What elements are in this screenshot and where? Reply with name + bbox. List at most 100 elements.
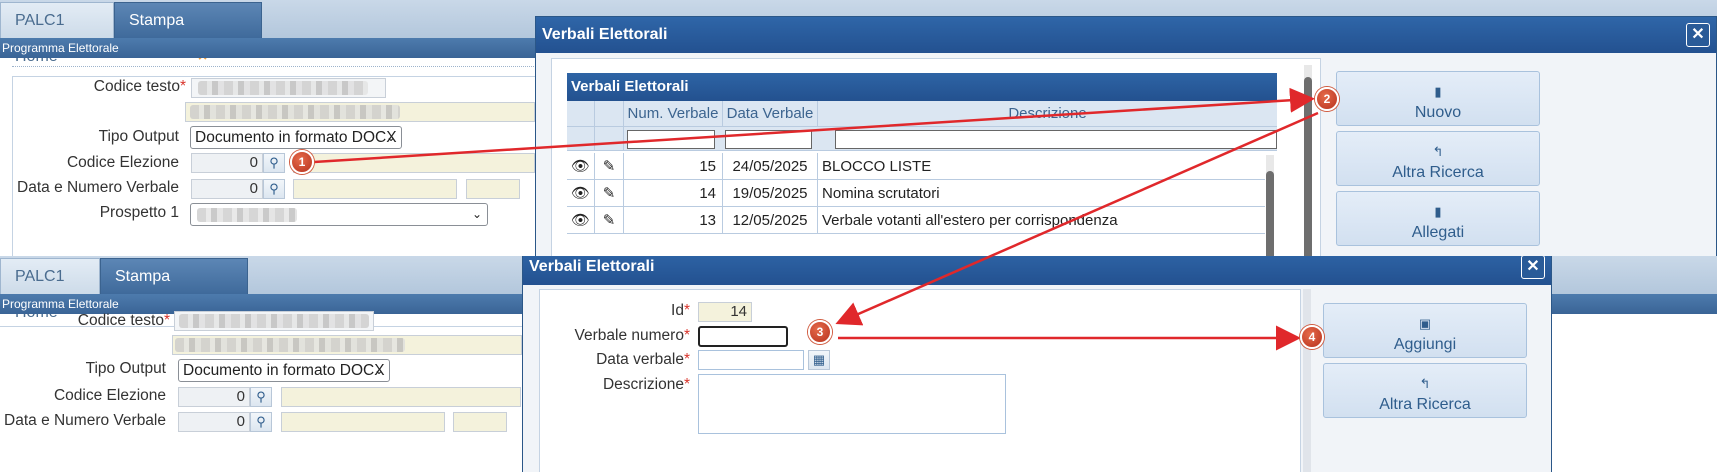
tab-palc1-home[interactable]: PALC1 Home [0,2,114,65]
numero-verbale-field [453,412,507,432]
dialog-title: Verbali Elettorali [536,17,1716,53]
nuovo-button[interactable]: ▮ Nuovo [1336,71,1540,126]
file-icon: ▮ [1434,204,1442,219]
pencil-icon[interactable]: ✎ [595,153,624,179]
filter-num-verbale-input[interactable] [627,130,715,149]
data-verbale-field [293,179,457,199]
codice-testo-field[interactable] [191,78,386,98]
cell-descrizione: Nomina scrutatori [822,185,940,202]
eye-icon[interactable]: 👁 [567,153,595,179]
undo-icon: ↰ [1419,376,1431,391]
chevron-down-icon: ⌄ [471,207,482,221]
codice-elezione-description [293,153,535,173]
dialog-body: Verbali Elettorali Num. Verbale Data Ver… [536,53,1716,256]
codice-testo-description [172,335,522,355]
codice-elezione-field[interactable]: 0 [191,153,263,173]
tab-palc1-home[interactable]: PALC1 Home [0,258,100,321]
grid-scrollbar[interactable] [1266,155,1274,256]
table-row[interactable]: 👁 ✎ 15 24/05/2025 BLOCCO LISTE [567,153,1265,180]
data-numero-verbale-label: Data e Numero Verbale [4,412,166,429]
callout-3: 3 [808,320,832,344]
grid-title: Verbali Elettorali [567,73,1277,101]
top-screenshot: PALC1 Home Stampa Verbali× Programma Ele… [0,0,1717,256]
data-numero-verbale-label: Data e Numero Verbale [17,179,179,196]
codice-testo-label: Codice testo* [93,78,186,95]
descrizione-textarea[interactable] [698,374,1006,434]
aggiungi-button[interactable]: ▣ Aggiungi [1323,303,1527,358]
tab-stampa-verbali[interactable]: Stampa Verbali× [114,2,262,65]
allegati-button[interactable]: ▮ Allegati [1336,191,1540,246]
verbale-numero-input[interactable] [698,326,788,347]
cell-num: 15 [624,153,723,179]
table-row[interactable]: 👁 ✎ 14 19/05/2025 Nomina scrutatori [567,180,1265,207]
search-icon[interactable]: ⚲ [263,153,285,173]
callout-4: 4 [1300,325,1324,349]
grid-header: Num. Verbale Data Verbale Descrizione [567,101,1277,127]
cell-descrizione: Verbale votanti all'estero per corrispon… [822,212,1118,229]
prospetto-select[interactable]: ⌄ [190,203,488,226]
verbali-dialog: Verbali Elettorali ✕ Verbali Elettorali … [535,16,1717,256]
prospetto-label: Prospetto 1 [99,204,179,221]
cell-data: 12/05/2025 [723,207,818,233]
filter-data-verbale-input[interactable] [725,130,812,149]
dialog-body: Id* 14 Verbale numero* Data verbale* ▦ D… [523,285,1551,472]
cell-data: 19/05/2025 [723,180,818,206]
altra-ricerca-button[interactable]: ↰ Altra Ricerca [1323,363,1527,418]
tipo-output-select[interactable]: Documento in formato DOCX ⌄ [190,126,402,149]
tab-stampa-verbali[interactable]: Stampa Verbali× [100,258,248,321]
data-verbale-label: Data verbale* [596,351,690,368]
verbale-numero-label: Verbale numero* [574,327,690,344]
data-verbale-field [281,412,445,432]
dialog-content: Id* 14 Verbale numero* Data verbale* ▦ D… [539,289,1301,472]
tipo-output-select[interactable]: Documento in formato DOCX ⌄ [178,359,390,382]
callout-2: 2 [1315,87,1339,111]
id-field: 14 [698,302,752,322]
eye-icon[interactable]: 👁 [567,180,595,206]
dialog-content: Verbali Elettorali Num. Verbale Data Ver… [551,58,1321,256]
numero-verbale-field [466,179,520,199]
close-icon[interactable]: ✕ [1521,256,1545,279]
save-icon: ▣ [1418,316,1432,331]
cell-data: 24/05/2025 [723,153,818,179]
cell-num: 13 [624,207,723,233]
divider [12,66,552,67]
undo-icon: ↰ [1432,144,1444,159]
search-icon[interactable]: ⚲ [263,179,285,199]
search-icon[interactable]: ⚲ [250,412,272,432]
tipo-output-label: Tipo Output [85,360,166,377]
data-verbale-input[interactable] [698,350,804,370]
column-data-verbale[interactable]: Data Verbale [723,101,818,126]
tipo-output-label: Tipo Output [98,128,179,145]
table-row[interactable]: 👁 ✎ 13 12/05/2025 Verbale votanti all'es… [567,207,1265,234]
codice-testo-field[interactable] [174,311,374,331]
filter-descrizione-input[interactable] [835,130,1277,149]
chevron-down-icon: ⌄ [373,363,384,377]
calendar-icon[interactable]: ▦ [808,350,830,370]
codice-testo-description [185,102,535,122]
cell-descrizione: BLOCCO LISTE [822,158,932,175]
callout-1: 1 [290,150,314,174]
column-num-verbale[interactable]: Num. Verbale [624,101,723,126]
close-icon[interactable]: ✕ [1686,23,1710,47]
content-scrollbar[interactable] [1304,65,1312,256]
codice-testo-label: Codice testo* [77,312,170,329]
cell-num: 14 [624,180,723,206]
codice-elezione-field[interactable]: 0 [178,387,250,407]
bottom-screenshot: PALC1 Home Stampa Verbali× Programma Ele… [0,256,1717,472]
codice-elezione-label: Codice Elezione [66,154,179,171]
search-icon[interactable]: ⚲ [250,387,272,407]
pencil-icon[interactable]: ✎ [595,207,624,233]
data-numero-verbale-field[interactable]: 0 [191,179,263,199]
verbali-new-dialog: Verbali Elettorali ✕ Id* 14 Verbale nume… [522,256,1552,472]
data-numero-verbale-field[interactable]: 0 [178,412,250,432]
id-label: Id* [671,302,690,319]
column-descrizione[interactable]: Descrizione [818,101,1277,127]
codice-elezione-description [281,387,521,407]
pencil-icon[interactable]: ✎ [595,180,624,206]
dialog-title: Verbali Elettorali [523,256,1551,285]
content-scrollbar[interactable] [1303,289,1311,472]
codice-elezione-label: Codice Elezione [53,387,166,404]
eye-icon[interactable]: 👁 [567,207,595,233]
grid-filter-row [567,127,1277,151]
altra-ricerca-button[interactable]: ↰ Altra Ricerca [1336,131,1540,186]
